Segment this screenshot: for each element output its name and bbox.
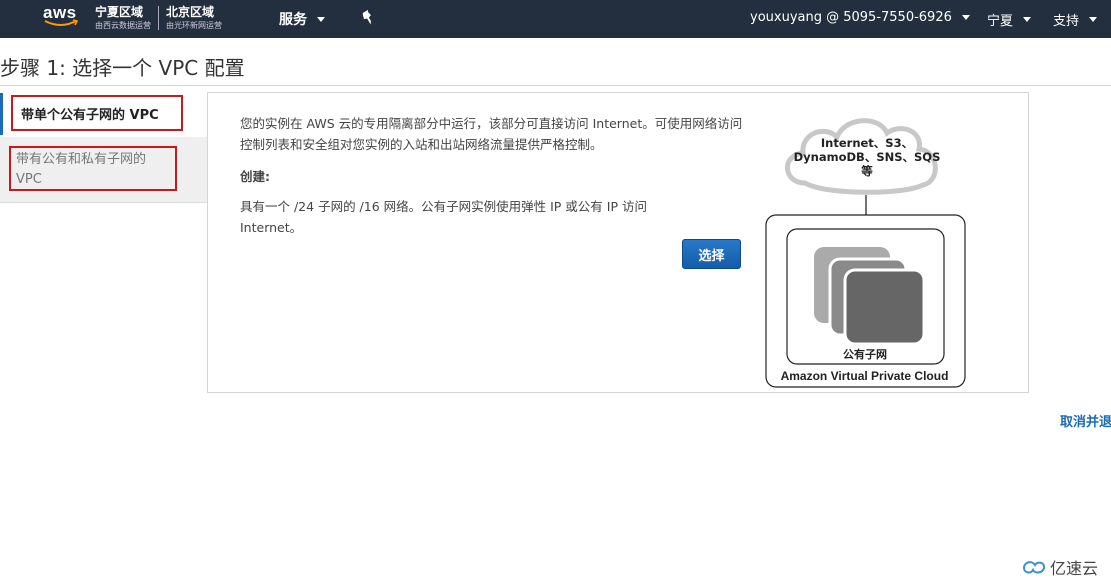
select-button[interactable]: 选择: [682, 239, 741, 269]
chevron-down-icon: [317, 16, 325, 22]
create-description: 具有一个 /24 子网的 /16 网络。公有子网实例使用弹性 IP 或公有 IP…: [240, 199, 647, 235]
tab-public-private-subnet[interactable]: 带有公有和私有子网的 VPC: [0, 137, 208, 203]
services-label: 服务: [279, 12, 307, 28]
vpc-config-panel: 您的实例在 AWS 云的专用隔离部分中运行，该部分可直接访问 Internet。…: [207, 92, 1029, 393]
services-menu[interactable]: 服务: [279, 9, 325, 29]
region-label: 宁夏: [987, 14, 1014, 29]
cancel-and-exit-link[interactable]: 取消并退出: [1060, 411, 1111, 430]
chevron-down-icon: [1089, 17, 1098, 22]
support-label: 支持: [1053, 14, 1080, 29]
instance-icon: [843, 268, 926, 346]
region-ningxia[interactable]: 宁夏区域 由西云数据运营: [95, 6, 151, 30]
top-nav-bar: aws 宁夏区域 由西云数据运营 北京区域 由光环新网运营 服务 youxuya…: [0, 0, 1111, 38]
region-beijing-title: 北京区域: [166, 5, 215, 19]
cloud-services-label: Internet、S3、DynamoDB、SNS、SQS 等: [793, 136, 941, 178]
page-title: 步骤 1: 选择一个 VPC 配置: [0, 56, 245, 80]
watermark: 亿速云: [1021, 555, 1098, 579]
region-ningxia-sub: 由西云数据运营: [95, 21, 151, 30]
pin-icon[interactable]: [361, 10, 375, 26]
chevron-down-icon: [961, 15, 970, 20]
vpc-diagram: Internet、S3、DynamoDB、SNS、SQS 等 公有子网 Amaz…: [763, 103, 983, 391]
region-divider: [158, 6, 159, 30]
support-menu[interactable]: 支持: [1053, 10, 1098, 29]
watermark-logo-icon: [1022, 561, 1046, 574]
chevron-down-icon: [1023, 17, 1032, 22]
region-beijing[interactable]: 北京区域 由光环新网运营: [166, 6, 222, 30]
account-label: youxuyang @ 5095-7550-6926: [750, 10, 952, 25]
watermark-text: 亿速云: [1050, 559, 1099, 578]
region-ningxia-title: 宁夏区域: [95, 5, 144, 19]
tab-single-public-subnet-label: 带单个公有子网的 VPC: [11, 95, 183, 131]
tab-public-private-subnet-label: 带有公有和私有子网的 VPC: [9, 146, 177, 191]
region-beijing-sub: 由光环新网运营: [166, 21, 222, 30]
vpc-label: Amazon Virtual Private Cloud: [780, 369, 949, 383]
tab-single-public-subnet[interactable]: 带单个公有子网的 VPC: [0, 93, 208, 135]
account-menu[interactable]: youxuyang @ 5095-7550-6926: [750, 10, 970, 25]
aws-logo[interactable]: aws: [43, 3, 83, 33]
create-heading: 创建:: [240, 169, 270, 184]
config-description: 您的实例在 AWS 云的专用隔离部分中运行，该部分可直接访问 Internet。…: [240, 116, 743, 152]
title-divider: [0, 85, 1111, 86]
region-menu[interactable]: 宁夏: [987, 10, 1032, 29]
public-subnet-label: 公有子网: [843, 348, 887, 361]
aws-smile-icon: [44, 19, 79, 26]
